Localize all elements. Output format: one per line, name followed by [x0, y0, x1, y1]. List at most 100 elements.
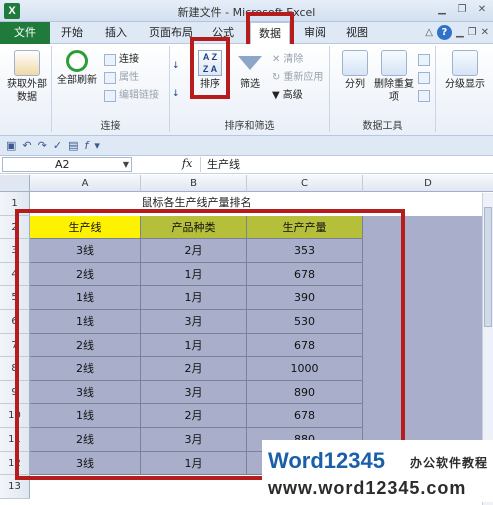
column-header-b[interactable]: B: [141, 175, 247, 192]
select-all-corner[interactable]: [0, 175, 30, 192]
advanced-filter-button[interactable]: ▼ 高级: [272, 88, 303, 104]
tab-file[interactable]: 文件: [0, 22, 50, 44]
outline-icon: [452, 50, 478, 76]
table-cell[interactable]: 3线: [30, 239, 141, 263]
minimize-icon[interactable]: ▁: [435, 3, 449, 17]
restore-icon[interactable]: ❐: [455, 3, 469, 17]
row-header[interactable]: 13: [0, 475, 30, 499]
row-header[interactable]: 9: [0, 380, 30, 405]
remove-duplicates-button[interactable]: 删除重复项: [374, 50, 414, 104]
scrollbar-thumb[interactable]: [484, 207, 492, 327]
table-cell[interactable]: 2线: [30, 428, 141, 452]
what-if-button[interactable]: [418, 88, 430, 104]
table-cell[interactable]: 1000: [247, 357, 363, 381]
table-cell[interactable]: 678: [247, 262, 363, 287]
table-cell[interactable]: 3月: [141, 428, 247, 452]
name-box[interactable]: A2 ▼: [2, 157, 132, 172]
formula-input[interactable]: 生产线: [200, 157, 489, 172]
table-cell[interactable]: 353: [247, 239, 363, 263]
edit-links-button[interactable]: 编辑链接: [104, 88, 159, 104]
tab-page-layout[interactable]: 页面布局: [146, 22, 196, 44]
table-cell[interactable]: 3线: [30, 451, 141, 476]
help-icon[interactable]: ?: [436, 25, 452, 40]
table-header-cell[interactable]: 生产线: [30, 215, 141, 240]
tab-view[interactable]: 视图: [340, 22, 374, 44]
sort-descending-button[interactable]: ↓: [172, 86, 180, 102]
insert-function-icon[interactable]: fx: [182, 157, 192, 170]
row-header[interactable]: 12: [0, 451, 30, 476]
tab-review[interactable]: 审阅: [298, 22, 332, 44]
connections-button[interactable]: 连接: [104, 52, 139, 68]
row-header[interactable]: 4: [0, 262, 30, 287]
consolidate-icon: [418, 72, 430, 84]
table-cell[interactable]: 1线: [30, 404, 141, 428]
close-workbook-icon[interactable]: ✕: [481, 27, 489, 38]
sheet-title[interactable]: 鼠标各生产线产量排名: [30, 192, 363, 211]
collapse-ribbon-icon[interactable]: △: [425, 27, 433, 38]
table-cell[interactable]: 2线: [30, 262, 141, 287]
row-header[interactable]: 2: [0, 215, 30, 240]
row-header[interactable]: 6: [0, 310, 30, 334]
minimize-workbook-icon[interactable]: ▁: [456, 27, 464, 38]
customize-toolbar-icon[interactable]: ▾: [94, 139, 100, 152]
properties-button[interactable]: 属性: [104, 70, 139, 86]
tab-data[interactable]: 数据: [250, 22, 290, 45]
tab-insert[interactable]: 插入: [100, 22, 132, 44]
column-header-c[interactable]: C: [247, 175, 363, 192]
column-d-fill[interactable]: [363, 215, 482, 476]
row-header[interactable]: 5: [0, 286, 30, 310]
table-cell[interactable]: 1月: [141, 286, 247, 310]
data-validation-button[interactable]: [418, 52, 430, 68]
table-cell[interactable]: 3月: [141, 310, 247, 334]
name-box-dropdown-icon[interactable]: ▼: [123, 158, 129, 171]
table-cell[interactable]: 1月: [141, 333, 247, 358]
row-header[interactable]: 10: [0, 404, 30, 428]
table-cell[interactable]: 2线: [30, 357, 141, 381]
text-to-columns-button[interactable]: 分列: [336, 50, 374, 91]
table-cell[interactable]: 3线: [30, 380, 141, 405]
clear-button[interactable]: ✕ 清除: [272, 52, 303, 68]
consolidate-button[interactable]: [418, 70, 430, 86]
outline-button[interactable]: 分级显示: [440, 50, 490, 91]
table-cell[interactable]: 1线: [30, 310, 141, 334]
filter-button[interactable]: 筛选: [232, 50, 268, 91]
table-cell[interactable]: 2线: [30, 333, 141, 358]
close-icon[interactable]: ✕: [475, 3, 489, 17]
undo-icon[interactable]: ↶: [22, 139, 31, 152]
save-icon[interactable]: ▣: [6, 139, 16, 152]
row-header[interactable]: 1: [0, 192, 30, 216]
what-if-icon: [418, 90, 430, 102]
table-cell[interactable]: 1月: [141, 262, 247, 287]
column-header-d[interactable]: D: [363, 175, 493, 192]
table-cell[interactable]: 1月: [141, 451, 247, 476]
row-header[interactable]: 7: [0, 333, 30, 358]
table-cell[interactable]: 678: [247, 404, 363, 428]
table-cell[interactable]: 1线: [30, 286, 141, 310]
refresh-all-button[interactable]: 全部刷新: [56, 50, 98, 87]
table-header-cell[interactable]: 生产产量: [247, 215, 363, 240]
row-header[interactable]: 11: [0, 428, 30, 452]
reapply-button[interactable]: ↻ 重新应用: [272, 70, 323, 86]
table-cell[interactable]: 390: [247, 286, 363, 310]
table-cell[interactable]: 530: [247, 310, 363, 334]
row-header[interactable]: 8: [0, 357, 30, 381]
redo-icon[interactable]: ↷: [38, 139, 47, 152]
table-header-cell[interactable]: 产品种类: [141, 215, 247, 240]
print-preview-icon[interactable]: ▤: [68, 139, 78, 152]
table-cell[interactable]: 3月: [141, 380, 247, 405]
tab-home[interactable]: 开始: [56, 22, 88, 44]
column-header-a[interactable]: A: [30, 175, 141, 192]
sort-button[interactable]: A Z Z A 排序: [192, 50, 228, 91]
table-cell[interactable]: 890: [247, 380, 363, 405]
table-cell[interactable]: 2月: [141, 357, 247, 381]
get-external-data-button[interactable]: 获取外部数据: [6, 50, 48, 104]
spelling-icon[interactable]: ✓: [53, 139, 62, 152]
function-icon[interactable]: f: [84, 139, 88, 152]
table-cell[interactable]: 2月: [141, 404, 247, 428]
tab-formulas[interactable]: 公式: [206, 22, 240, 44]
row-header[interactable]: 3: [0, 239, 30, 263]
sort-ascending-button[interactable]: ↓: [172, 58, 180, 74]
table-cell[interactable]: 2月: [141, 239, 247, 263]
restore-workbook-icon[interactable]: ❐: [468, 27, 477, 38]
table-cell[interactable]: 678: [247, 333, 363, 358]
